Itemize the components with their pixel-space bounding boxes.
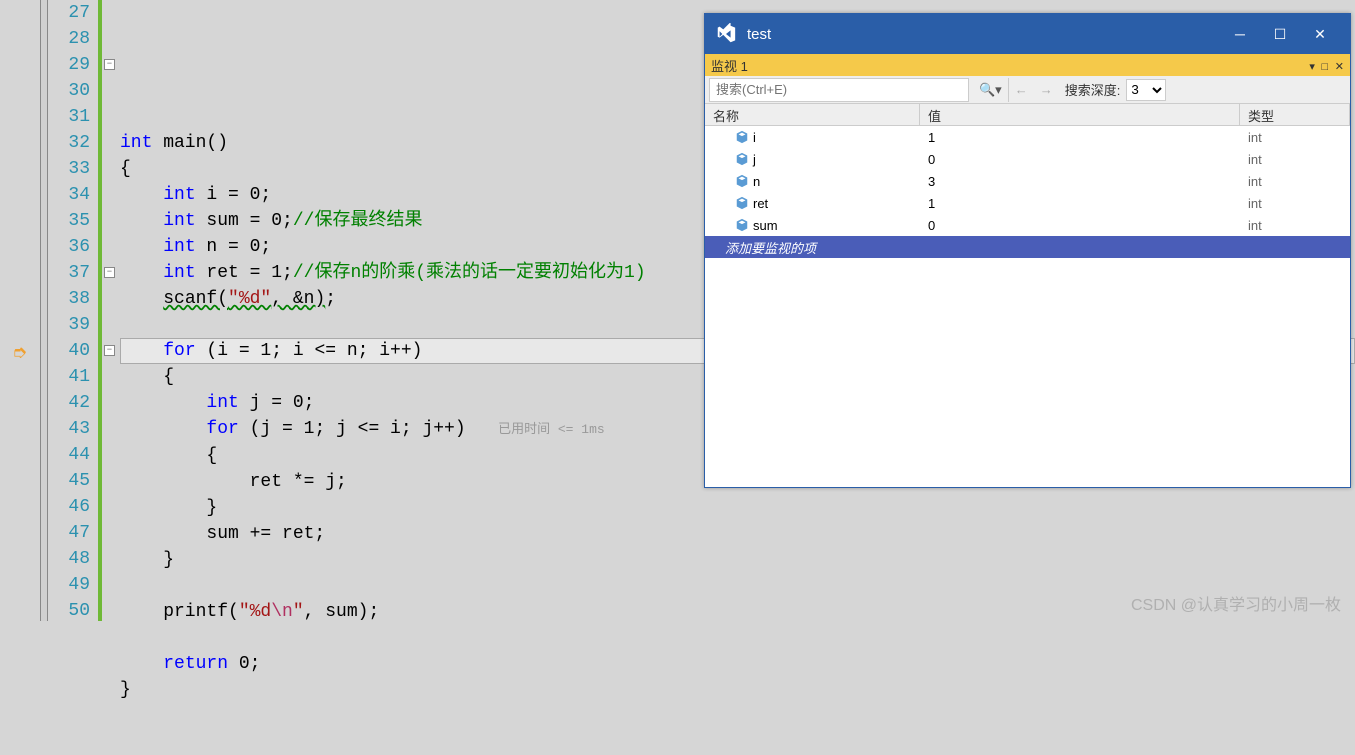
scrollbar[interactable] [40,0,48,621]
tab-label[interactable]: 监视 1 [711,56,748,75]
outline-margin[interactable]: − − − [102,0,120,621]
fold-icon[interactable]: − [104,59,115,70]
minimize-button[interactable]: ─ [1220,14,1260,54]
pin-icon[interactable]: □ [1322,61,1329,73]
fold-icon[interactable]: − [104,345,115,356]
visual-studio-icon [715,23,737,45]
line-numbers: 2728293031323334353637383940414243444546… [48,0,98,621]
fold-icon[interactable]: − [104,267,115,278]
close-button[interactable]: ✕ [1300,14,1340,54]
execution-pointer-icon: ➮ [12,342,27,364]
titlebar[interactable]: test ─ ☐ ✕ [705,14,1350,54]
window-title: test [747,26,1220,43]
tool-tab-bar: 监视 1 ▾ □ ✕ [705,54,1350,76]
close-tab-icon[interactable]: ✕ [1335,61,1344,73]
dropdown-icon[interactable]: ▾ [1309,61,1315,73]
code-area[interactable]: int main(){ int i = 0; int sum = 0;//保存最… [120,0,1355,621]
breakpoint-margin[interactable]: ➮ [0,0,40,621]
maximize-button[interactable]: ☐ [1260,14,1300,54]
tab-controls: ▾ □ ✕ [1306,58,1344,73]
code-editor: ➮ 27282930313233343536373839404142434445… [0,0,1355,621]
